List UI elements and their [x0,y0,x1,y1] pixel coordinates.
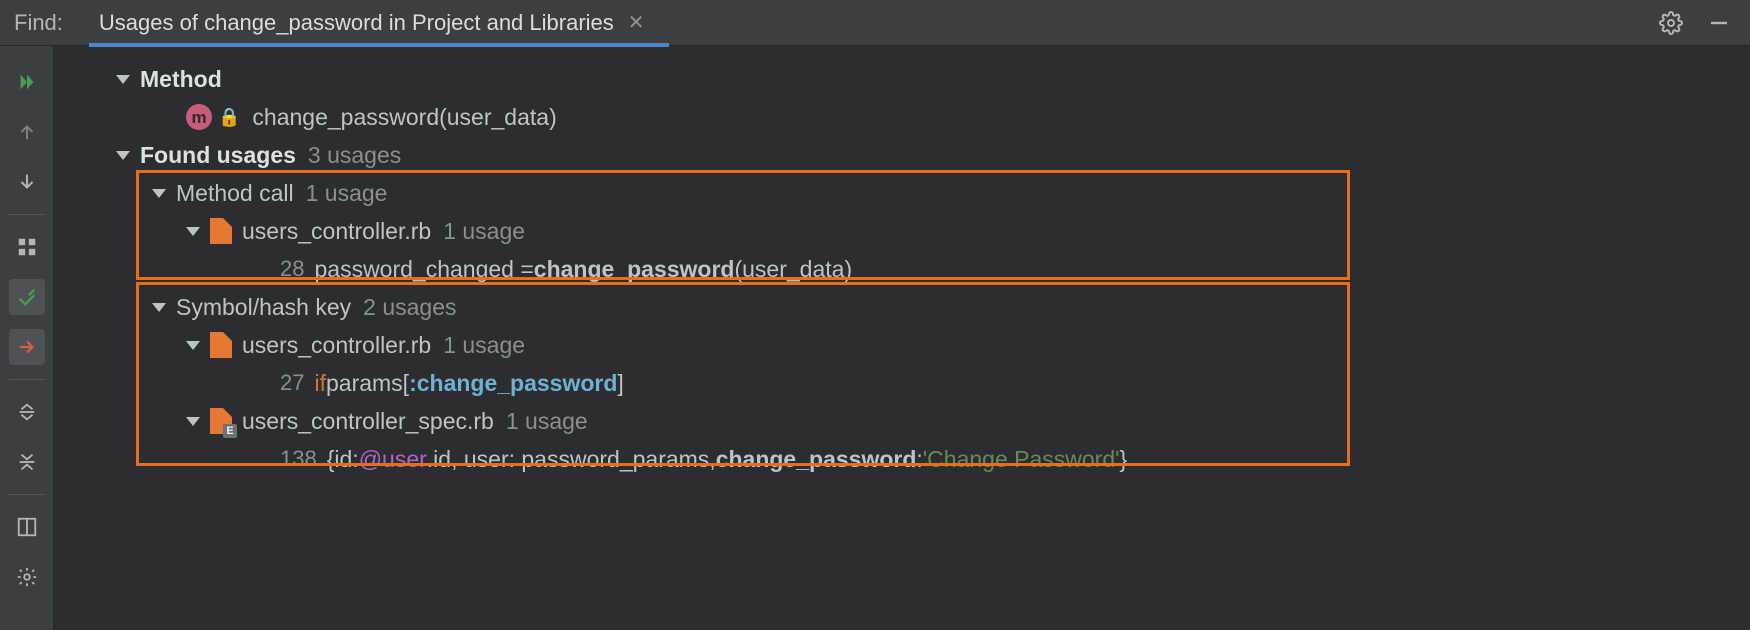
chevron-down-icon[interactable] [116,75,130,84]
show-read-access-icon[interactable] [9,279,45,315]
highlight-box [136,170,1350,280]
usage-count: 3 usages [308,144,401,167]
node-label: Method [140,68,222,91]
find-tab-title: Usages of change_password in Project and… [99,10,614,36]
settings-icon[interactable] [9,559,45,595]
tree-node-method-header[interactable]: Method [54,60,1750,98]
collapse-all-icon[interactable] [9,444,45,480]
gear-icon[interactable] [1654,6,1688,40]
lock-icon: 🔒 [218,108,240,126]
find-toolbar [0,46,54,630]
ruby-file-icon [210,408,232,434]
find-label: Find: [14,10,63,36]
minimize-icon[interactable] [1702,6,1736,40]
expand-all-icon[interactable] [9,394,45,430]
ruby-file-icon [210,332,232,358]
prev-occurrence-icon[interactable] [9,114,45,150]
next-occurrence-icon[interactable] [9,164,45,200]
method-signature: change_password(user_data) [252,106,556,129]
find-tab[interactable]: Usages of change_password in Project and… [99,0,645,46]
tree-node-method-signature[interactable]: m 🔒 change_password(user_data) [54,98,1750,136]
chevron-down-icon[interactable] [116,151,130,160]
toolbar-separator [9,379,45,380]
highlight-box [136,282,1350,466]
find-toolwindow-header: Find: Usages of change_password in Proje… [0,0,1750,46]
usages-tree[interactable]: Method m 🔒 change_password(user_data) Fo… [54,46,1750,630]
preview-icon[interactable] [9,509,45,545]
ruby-file-icon [210,218,232,244]
rerun-icon[interactable] [9,64,45,100]
method-badge-icon: m [186,104,212,130]
close-icon[interactable]: ✕ [628,13,645,33]
toolbar-separator [9,494,45,495]
group-by-icon[interactable] [9,229,45,265]
toolbar-separator [9,214,45,215]
show-write-access-icon[interactable] [9,329,45,365]
node-label: Found usages [140,144,296,167]
tree-node-found-usages[interactable]: Found usages 3 usages [54,136,1750,174]
